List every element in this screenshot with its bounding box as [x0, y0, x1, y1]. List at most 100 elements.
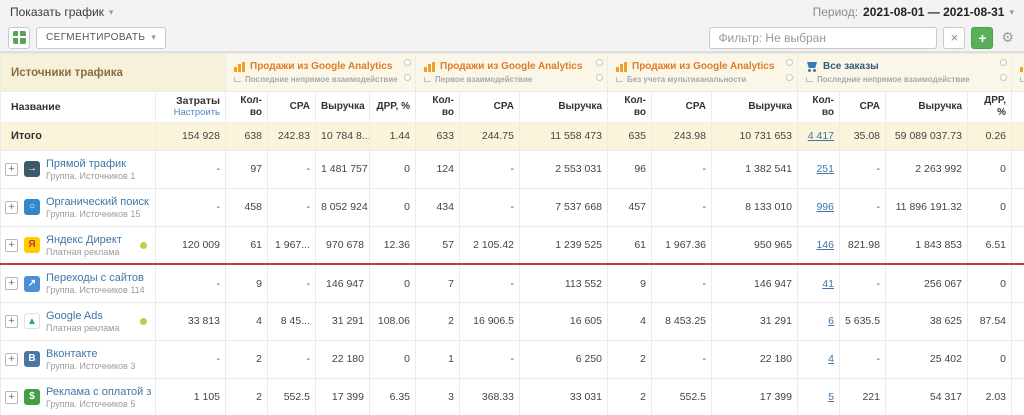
metric-cell: 108.06 — [370, 302, 416, 340]
name-column-header[interactable]: Название — [1, 92, 156, 123]
vkontakte-icon: В — [24, 351, 40, 367]
costs-cell: - — [156, 150, 226, 188]
expand-button[interactable]: + — [5, 163, 18, 176]
column-header[interactable]: CPA — [652, 92, 712, 123]
column-header[interactable]: Кол-во — [608, 92, 652, 123]
status-dot-icon — [140, 242, 147, 249]
metric-cell: 1 — [416, 340, 460, 378]
metric-cell: - — [268, 264, 316, 302]
column-header[interactable]: Кол-во — [226, 92, 268, 123]
orders-count-link[interactable]: 4 417 — [808, 130, 834, 142]
gear-icon[interactable] — [786, 74, 793, 81]
orders-count-link[interactable]: 996 — [816, 201, 834, 213]
metric-cell: 3 — [416, 378, 460, 415]
group-subtitle: Со... — [1020, 75, 1024, 84]
metric-cell: 6 250 — [520, 340, 608, 378]
metric-cell: 552.5 — [652, 378, 712, 415]
source-link[interactable]: Яндекс Директ — [46, 234, 122, 246]
expand-button[interactable]: + — [5, 353, 18, 366]
metric-cell: 6.51 — [968, 226, 1012, 264]
gear-icon[interactable] — [786, 59, 793, 66]
column-header[interactable]: Выручка — [520, 92, 608, 123]
column-header[interactable]: Кол-во — [416, 92, 460, 123]
gear-icon[interactable] — [404, 74, 411, 81]
metric-cell: 0 — [370, 340, 416, 378]
configure-costs-link[interactable]: Настроить — [161, 108, 220, 119]
source-link[interactable]: Органический поиск — [46, 196, 149, 208]
metric-cell: 2 — [416, 302, 460, 340]
gear-icon[interactable] — [596, 59, 603, 66]
column-header[interactable]: Выручка — [712, 92, 798, 123]
column-header[interactable]: Выручка — [316, 92, 370, 123]
segment-button[interactable]: Сегментировать ▾ — [36, 27, 166, 49]
source-name-cell: +→Прямой трафикГруппа. Источников 1 — [1, 150, 156, 188]
metric-cell: 243.98 — [652, 122, 712, 150]
period-selector[interactable]: Период: 2021-08-01 — 2021-08-31 ▾ — [813, 5, 1014, 19]
source-link[interactable]: Google Ads — [46, 310, 120, 322]
source-link[interactable]: Реклама с оплатой за клик — [46, 386, 151, 398]
costs-cell: 120 009 — [156, 226, 226, 264]
metric-cell: 0 — [370, 150, 416, 188]
orders-count-link[interactable]: 6 — [828, 315, 834, 327]
orders-count-link[interactable]: 251 — [816, 163, 834, 175]
gear-icon[interactable] — [1000, 74, 1007, 81]
column-header[interactable]: CPA — [840, 92, 886, 123]
expand-button[interactable]: + — [5, 315, 18, 328]
column-header[interactable]: ДРР, % — [968, 92, 1012, 123]
gear-icon[interactable] — [404, 59, 411, 66]
table-row: +▲Google AdsПлатная реклама33 81348 45..… — [1, 302, 1024, 340]
add-filter-button[interactable]: + — [971, 27, 993, 49]
orders-count-link[interactable]: 4 — [828, 353, 834, 365]
expand-button[interactable]: + — [5, 201, 18, 214]
expand-button[interactable]: + — [5, 391, 18, 404]
orders-count-link[interactable]: 5 — [828, 391, 834, 403]
source-name-cell: +○Органический поискГруппа. Источников 1… — [1, 188, 156, 226]
metric-cell: 2.03 — [968, 378, 1012, 415]
group-subtitle: Последние непрямое взаимодействие — [806, 75, 995, 84]
gear-icon[interactable] — [596, 74, 603, 81]
segment-button-label: Сегментировать — [46, 32, 145, 43]
metric-cell: 244.75 — [460, 122, 520, 150]
expand-button[interactable]: + — [5, 277, 18, 290]
metric-cell: 0 — [370, 188, 416, 226]
metric-cell: 2 — [608, 340, 652, 378]
show-chart-toggle[interactable]: Показать график ▾ — [10, 5, 113, 19]
orders-count-link[interactable]: 41 — [822, 278, 834, 290]
column-header[interactable]: Выручка — [886, 92, 968, 123]
column-header[interactable]: CPA — [268, 92, 316, 123]
expand-button[interactable]: + — [5, 239, 18, 252]
group-title: Продажи из Google Analytics — [250, 61, 392, 72]
metric-cell: 2 263 992 — [886, 150, 968, 188]
metric-cell: 552.5 — [268, 378, 316, 415]
costs-column-header[interactable]: Затраты Настроить — [156, 92, 226, 123]
costs-header-label: Затраты — [161, 95, 220, 107]
bar-chart-icon — [616, 62, 627, 72]
metric-cell: 16 906.5 — [460, 302, 520, 340]
column-header[interactable]: CPA — [460, 92, 520, 123]
metric-cell: 950 965 — [712, 226, 798, 264]
column-header[interactable]: Кол-во — [798, 92, 840, 123]
table-row: +→Прямой трафикГруппа. Источников 1-97-1… — [1, 150, 1024, 188]
source-link[interactable]: Переходы с сайтов — [46, 272, 145, 284]
source-link[interactable]: Вконтакте — [46, 348, 135, 360]
metric-cell: 146 947 — [316, 264, 370, 302]
metric-cell: 434 — [416, 188, 460, 226]
settings-gear-icon[interactable]: ⚙ — [999, 29, 1016, 46]
orders-count-link[interactable]: 146 — [816, 239, 834, 251]
source-name-cell: Итого — [1, 122, 156, 150]
group-header-all-orders: Все заказы Последние непрямое взаимодейс… — [798, 54, 1012, 92]
metric-cell: 458 — [226, 188, 268, 226]
source-link[interactable]: Прямой трафик — [46, 158, 135, 170]
metric-cell: - — [460, 264, 520, 302]
column-header[interactable]: К... — [1012, 92, 1024, 123]
table-view-button[interactable] — [8, 27, 30, 49]
filter-input[interactable] — [709, 27, 937, 49]
yandex-direct-icon: Я — [24, 237, 40, 253]
column-header[interactable]: ДРР, % — [370, 92, 416, 123]
clear-filter-button[interactable]: × — [943, 27, 965, 49]
traffic-sources-table: Источники трафика Продажи из Google Anal… — [0, 52, 1024, 415]
bar-chart-icon — [424, 62, 435, 72]
metric-cell: 8 052 924 — [316, 188, 370, 226]
source-name-cell: +↗Переходы с сайтовГруппа. Источников 11… — [1, 264, 156, 302]
gear-icon[interactable] — [1000, 59, 1007, 66]
